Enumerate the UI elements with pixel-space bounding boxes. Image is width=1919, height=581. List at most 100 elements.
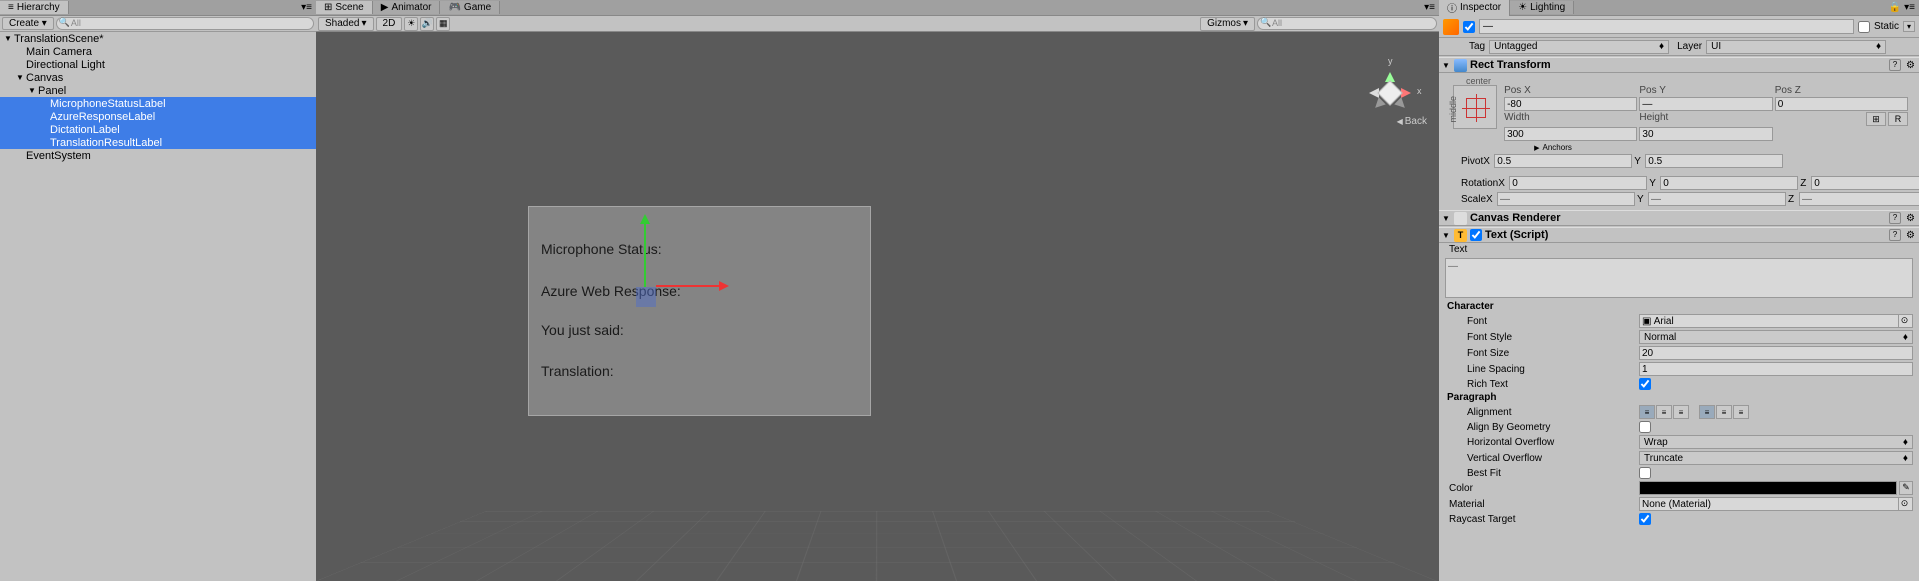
gameobject-name-input[interactable] — [1479, 19, 1854, 34]
lighting-tab[interactable]: ☀Lighting — [1510, 1, 1574, 14]
rot-z-input[interactable] — [1811, 176, 1919, 190]
create-dropdown[interactable]: Create ▾ — [2, 17, 54, 30]
anchors-foldout[interactable]: Anchors — [1451, 143, 1645, 152]
animator-tab[interactable]: ▶Animator — [373, 1, 441, 14]
scale-z-input[interactable] — [1799, 192, 1919, 206]
tree-item-event-system[interactable]: EventSystem — [0, 149, 316, 162]
2d-toggle[interactable]: 2D — [376, 17, 403, 31]
help-icon[interactable]: ? — [1889, 229, 1901, 241]
gear-icon[interactable]: ⚙ — [1904, 213, 1917, 224]
help-icon[interactable]: ? — [1889, 212, 1901, 224]
line-spacing-input[interactable] — [1639, 362, 1913, 376]
fx-toggle[interactable]: ▦ — [436, 17, 450, 31]
scene-tab-menu[interactable]: ▾≡ — [1420, 2, 1439, 13]
align-top-button[interactable]: ≡ — [1699, 405, 1715, 419]
hierarchy-search-input[interactable]: All — [56, 17, 314, 30]
selection-gizmo[interactable] — [636, 287, 656, 307]
align-middle-button[interactable]: ≡ — [1716, 405, 1732, 419]
game-tab[interactable]: 🎮Game — [440, 1, 500, 14]
fold-icon[interactable]: ▼ — [26, 86, 38, 95]
tree-item-panel[interactable]: ▼Panel — [0, 84, 316, 97]
help-icon[interactable]: ? — [1889, 59, 1901, 71]
align-center-button[interactable]: ≡ — [1656, 405, 1672, 419]
pivot-x-input[interactable] — [1494, 154, 1632, 168]
align-right-button[interactable]: ≡ — [1673, 405, 1689, 419]
eyedropper-icon[interactable]: ✎ — [1899, 481, 1913, 495]
tree-item-main-camera[interactable]: Main Camera — [0, 45, 316, 58]
inspector-tab-menu[interactable]: 🔒 ▾≡ — [1885, 2, 1919, 13]
raycast-target-checkbox[interactable] — [1639, 513, 1651, 525]
canvas-renderer-header[interactable]: ▼ Canvas Renderer ? ⚙ — [1439, 210, 1919, 226]
anchor-preset-button[interactable]: center middle — [1453, 85, 1497, 129]
best-fit-checkbox[interactable] — [1639, 467, 1651, 479]
rect-transform-header[interactable]: ▼ Rect Transform ? ⚙ — [1439, 57, 1919, 73]
scene-viewport[interactable]: Microphone Status: Azure Web Response: Y… — [316, 32, 1439, 581]
scene-tab[interactable]: ⊞Scene — [316, 1, 373, 14]
gizmos-dropdown[interactable]: Gizmos ▾ — [1200, 17, 1255, 31]
fold-icon[interactable]: ▼ — [1441, 214, 1451, 223]
material-field[interactable]: None (Material)⊙ — [1639, 497, 1913, 511]
fold-icon[interactable]: ▼ — [1441, 231, 1451, 240]
nav-back-label[interactable]: Back — [1397, 116, 1427, 127]
tree-item-azure-label[interactable]: AzureResponseLabel — [0, 110, 316, 123]
font-style-dropdown[interactable]: Normal♦ — [1639, 330, 1913, 344]
hierarchy-tab-menu[interactable]: ▾≡ — [297, 2, 316, 13]
rot-x-input[interactable] — [1509, 176, 1647, 190]
posx-input[interactable] — [1504, 97, 1637, 111]
scale-x-input[interactable] — [1497, 192, 1635, 206]
shaded-dropdown[interactable]: Shaded ▾ — [318, 17, 374, 31]
active-checkbox[interactable] — [1463, 21, 1475, 33]
width-input[interactable] — [1504, 127, 1637, 141]
rich-text-checkbox[interactable] — [1639, 378, 1651, 390]
gear-icon[interactable]: ⚙ — [1904, 230, 1917, 241]
x-axis-handle[interactable] — [656, 285, 726, 287]
tree-item-mic-label[interactable]: MicrophoneStatusLabel — [0, 97, 316, 110]
posz-input[interactable] — [1775, 97, 1908, 111]
color-field[interactable] — [1639, 481, 1897, 495]
font-size-input[interactable] — [1639, 346, 1913, 360]
inspector-tab[interactable]: ⓘInspector — [1439, 0, 1510, 16]
scene-root[interactable]: ▼TranslationScene* — [0, 32, 316, 45]
blueprint-mode-button[interactable]: ⊞ — [1866, 112, 1886, 126]
text-component-header[interactable]: ▼ T Text (Script) ? ⚙ — [1439, 227, 1919, 243]
tree-item-dictation-label[interactable]: DictationLabel — [0, 123, 316, 136]
object-picker-icon[interactable]: ⊙ — [1898, 498, 1910, 510]
font-field[interactable]: ▣ Arial⊙ — [1639, 314, 1913, 328]
lighting-toggle[interactable]: ☀ — [404, 17, 418, 31]
tree-item-translation-label[interactable]: TranslationResultLabel — [0, 136, 316, 149]
fold-icon[interactable]: ▼ — [1441, 61, 1451, 70]
fold-icon[interactable]: ▼ — [14, 73, 26, 82]
gear-icon[interactable]: ⚙ — [1904, 60, 1917, 71]
scale-y-input[interactable] — [1648, 192, 1786, 206]
static-dropdown[interactable]: ▾ — [1903, 21, 1915, 32]
hierarchy-tab[interactable]: ≡ Hierarchy — [0, 1, 69, 14]
y-axis-handle[interactable] — [644, 217, 646, 287]
align-geom-checkbox[interactable] — [1639, 421, 1651, 433]
h-overflow-dropdown[interactable]: Wrap♦ — [1639, 435, 1913, 449]
scene-tab-label: Scene — [335, 2, 363, 13]
character-heading: Character — [1445, 301, 1639, 312]
scene-search-input[interactable]: All — [1257, 17, 1437, 30]
posy-input[interactable] — [1639, 97, 1772, 111]
tag-dropdown[interactable]: Untagged♦ — [1489, 40, 1669, 54]
font-style-label: Font Style — [1445, 332, 1639, 343]
pivot-y-input[interactable] — [1645, 154, 1783, 168]
audio-toggle[interactable]: 🔊 — [420, 17, 434, 31]
fold-icon[interactable]: ▼ — [2, 34, 14, 43]
material-label: Material — [1445, 499, 1639, 510]
object-picker-icon[interactable]: ⊙ — [1898, 315, 1910, 327]
align-left-button[interactable]: ≡ — [1639, 405, 1655, 419]
height-label: Height — [1639, 112, 1772, 123]
text-content-input[interactable]: — — [1445, 258, 1913, 298]
static-checkbox[interactable] — [1858, 21, 1870, 33]
v-overflow-dropdown[interactable]: Truncate♦ — [1639, 451, 1913, 465]
raw-mode-button[interactable]: R — [1888, 112, 1908, 126]
height-input[interactable] — [1639, 127, 1772, 141]
tree-item-canvas[interactable]: ▼Canvas — [0, 71, 316, 84]
text-enabled-checkbox[interactable] — [1470, 229, 1482, 241]
layer-dropdown[interactable]: UI♦ — [1706, 40, 1886, 54]
rot-y-input[interactable] — [1660, 176, 1798, 190]
static-label: Static — [1874, 21, 1899, 32]
tree-item-directional-light[interactable]: Directional Light — [0, 58, 316, 71]
align-bottom-button[interactable]: ≡ — [1733, 405, 1749, 419]
